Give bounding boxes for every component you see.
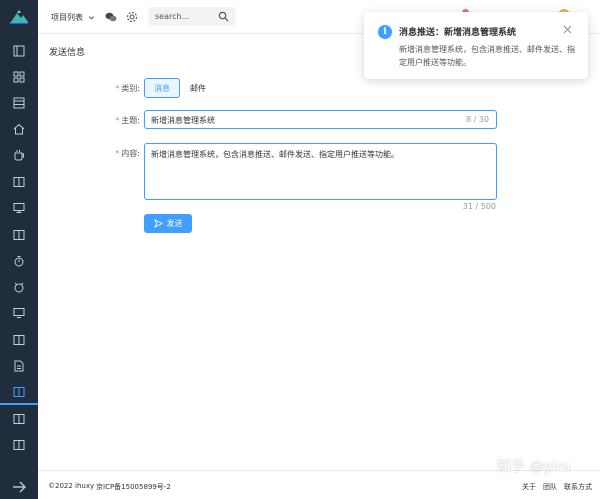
grid-icon xyxy=(13,71,25,83)
timer-icon xyxy=(14,256,24,267)
search-icon[interactable] xyxy=(218,11,229,22)
sidebar-item-grid[interactable] xyxy=(11,69,27,85)
subject-char-count: 8 / 30 xyxy=(465,115,489,124)
sidebar-item-dashboard[interactable] xyxy=(11,43,27,59)
sidebar-item-document[interactable] xyxy=(11,227,27,243)
sidebar-item-book[interactable] xyxy=(11,174,27,190)
subject-label: 主题: xyxy=(121,116,140,125)
expand-arrow-icon[interactable] xyxy=(11,480,27,494)
home-icon xyxy=(13,123,25,135)
type-option-message[interactable]: 消息 xyxy=(144,78,180,98)
type-label: 类别: xyxy=(121,84,140,93)
content-label-wrap: * 内容: xyxy=(115,149,140,158)
content-textarea[interactable]: 新增消息管理系统，包含消息推送、邮件发送、指定用户推送等功能。 xyxy=(144,143,497,200)
sidebar-item-file[interactable] xyxy=(11,358,27,374)
search-input[interactable] xyxy=(155,11,215,22)
notification-popup: i 消息推送：新增消息管理系统 新增消息管理系统，包含消息推送、邮件发送、指定用… xyxy=(364,12,588,79)
project-list-label: 项目列表 xyxy=(51,13,83,22)
book-icon xyxy=(13,177,25,187)
alarm-icon xyxy=(14,282,24,293)
document-icon xyxy=(13,230,25,240)
monitor-icon xyxy=(13,203,25,213)
sidebar-item-library[interactable] xyxy=(11,437,27,453)
archive-icon xyxy=(13,414,25,424)
sidebar-item-screen[interactable] xyxy=(11,305,27,321)
page-title: 发送信息 xyxy=(49,48,86,58)
screen-icon xyxy=(13,308,25,318)
main-content: 发送信息 * 类别: 消息 邮件 * 主题: 新增消息管理系统 8 / 30 * 内容… xyxy=(38,34,600,470)
sidebar-item-home[interactable] xyxy=(11,121,27,137)
message-icon xyxy=(13,387,25,397)
send-icon xyxy=(153,219,163,228)
project-list-dropdown[interactable]: 项目列表 xyxy=(51,12,95,23)
icp-link[interactable]: 京ICP备15005899号-2 xyxy=(96,482,171,492)
search-box xyxy=(149,7,235,26)
sidebar-item-message[interactable] xyxy=(11,384,27,400)
chevron-down-icon xyxy=(88,16,95,20)
wechat-icon[interactable] xyxy=(105,11,117,23)
content-char-count: 31 / 500 xyxy=(462,202,496,211)
info-icon: i xyxy=(378,25,392,39)
sidebar-item-timer[interactable] xyxy=(11,253,27,269)
sidebar-active-indicator xyxy=(0,403,38,405)
send-button[interactable]: 发送 xyxy=(144,214,192,233)
subject-value: 新增消息管理系统 xyxy=(151,116,215,125)
footer-link-about[interactable]: 关于 xyxy=(522,482,536,492)
table-icon xyxy=(13,97,25,109)
settings-gear-icon[interactable] xyxy=(126,11,138,23)
file-icon xyxy=(14,360,24,372)
type-option-email[interactable]: 邮件 xyxy=(184,78,212,98)
sidebar-item-notebook[interactable] xyxy=(11,332,27,348)
subject-input[interactable]: 新增消息管理系统 8 / 30 xyxy=(144,110,497,129)
library-icon xyxy=(13,440,25,450)
logo-icon xyxy=(10,10,28,24)
sidebar-item-cup[interactable] xyxy=(11,147,27,163)
footer-link-team[interactable]: 团队 xyxy=(543,482,557,492)
content-value: 新增消息管理系统，包含消息推送、邮件发送、指定用户推送等功能。 xyxy=(151,150,399,159)
sidebar-item-table[interactable] xyxy=(11,95,27,111)
panel-icon xyxy=(13,45,25,57)
notification-title: 消息推送：新增消息管理系统 xyxy=(399,28,517,38)
notification-text: 新增消息管理系统，包含消息推送、邮件发送、指定用户推送等功能。 xyxy=(399,45,575,67)
content-label: 内容: xyxy=(121,149,140,158)
sidebar-item-alarm[interactable] xyxy=(11,279,27,295)
sidebar xyxy=(0,0,38,499)
send-label: 发送 xyxy=(166,219,183,228)
sidebar-item-monitor[interactable] xyxy=(11,200,27,216)
notebook-icon xyxy=(13,335,25,345)
copyright: ©2022 ihuxy xyxy=(48,482,95,490)
close-icon[interactable] xyxy=(563,25,572,34)
subject-label-wrap: * 主题: xyxy=(115,116,140,125)
watermark: 知乎 @yiru xyxy=(497,459,571,475)
type-label-wrap: * 类别: xyxy=(115,84,140,93)
sidebar-item-archive[interactable] xyxy=(11,411,27,427)
footer-link-contact[interactable]: 联系方式 xyxy=(564,482,592,492)
cup-icon xyxy=(14,150,24,161)
